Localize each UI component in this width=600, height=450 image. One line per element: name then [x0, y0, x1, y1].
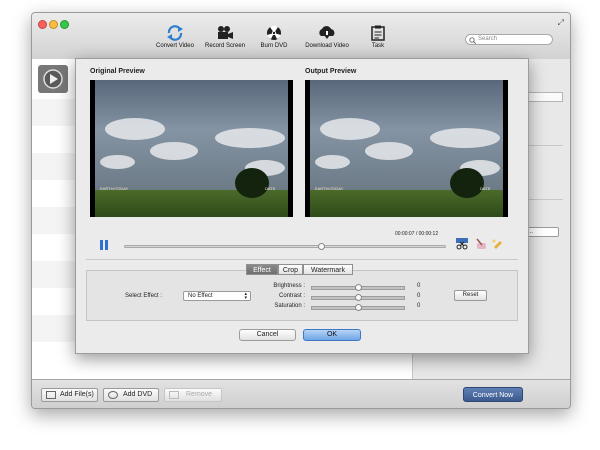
download-video-label: Download Video: [305, 43, 349, 49]
search-placeholder: Search: [478, 36, 498, 42]
clipboard-icon: [371, 25, 385, 41]
output-preview-video[interactable]: EARTH•TODAY DATE: [305, 80, 508, 217]
select-arrows-icon: ▴ ▾: [244, 291, 247, 301]
saturation-slider[interactable]: [311, 304, 405, 311]
task-tool[interactable]: Task: [348, 25, 408, 49]
edit-dialog: Original Preview Output Preview EARTH•TO…: [75, 58, 529, 354]
ok-button[interactable]: OK: [303, 329, 361, 341]
search-input[interactable]: Search: [465, 34, 553, 45]
timecode: 00:00:07 / 00:00:12: [395, 231, 439, 237]
original-preview-video[interactable]: EARTH•TODAY DATE: [90, 80, 293, 217]
convert-cycle-icon: [167, 25, 183, 41]
scissors-film-icon[interactable]: [456, 238, 468, 250]
add-dvd-label: Add DVD: [123, 391, 153, 398]
brightness-slider[interactable]: [311, 284, 405, 291]
contrast-value: 0: [417, 293, 421, 299]
remove-button[interactable]: Remove: [164, 388, 222, 402]
toolbar: ⤢ Convert Video Record Screen Burn DVD D…: [32, 13, 570, 60]
saturation-value: 0: [417, 303, 421, 309]
effect-panel: Select Effect : No Effect ▴ ▾ Brightness …: [86, 270, 518, 321]
video-thumbnail[interactable]: [38, 65, 68, 93]
convert-now-button[interactable]: Convert Now: [463, 387, 523, 402]
add-dvd-button[interactable]: Add DVD: [103, 388, 159, 402]
cancel-button[interactable]: Cancel: [239, 329, 296, 341]
pause-button[interactable]: [99, 240, 109, 250]
tab-crop[interactable]: Crop: [278, 264, 303, 275]
saturation-label: Saturation :: [274, 303, 305, 309]
magic-wand-icon[interactable]: [491, 238, 503, 250]
playback-slider[interactable]: [124, 243, 446, 250]
disc-add-icon: [108, 391, 118, 399]
output-preview-label: Output Preview: [305, 68, 357, 75]
video-overlay-right-text: DATE: [265, 186, 276, 191]
select-effect-label: Select Effect :: [125, 293, 162, 299]
saturation-knob[interactable]: [354, 304, 362, 311]
playback-knob[interactable]: [317, 243, 325, 250]
brightness-label: Brightness :: [273, 283, 305, 289]
tab-effect[interactable]: Effect: [246, 264, 278, 275]
remove-label: Remove: [186, 391, 213, 398]
brightness-knob[interactable]: [354, 284, 362, 291]
add-files-button[interactable]: Add File(s): [41, 388, 98, 402]
convert-video-label: Convert Video: [156, 43, 194, 49]
divider: [86, 259, 518, 260]
zoom-window-button[interactable]: [60, 20, 69, 29]
video-camera-icon: [218, 26, 233, 39]
video-overlay-left-text: EARTH•TODAY: [100, 186, 129, 191]
film-add-icon: [46, 391, 56, 399]
burn-dvd-label: Burn DVD: [260, 43, 288, 49]
brightness-value: 0: [417, 283, 421, 289]
radiation-disc-icon: [267, 25, 281, 40]
record-screen-label: Record Screen: [204, 43, 246, 49]
search-icon: [469, 36, 476, 44]
burn-dvd-tool[interactable]: Burn DVD: [244, 25, 304, 49]
video-overlay-left-text: EARTH•TODAY: [315, 186, 344, 191]
remove-list-icon: [169, 391, 179, 399]
add-files-label: Add File(s): [60, 391, 94, 398]
close-window-button[interactable]: [38, 20, 47, 29]
task-label: Task: [371, 43, 385, 49]
bottom-bar: Add File(s) Add DVD Remove Convert Now: [32, 379, 570, 408]
contrast-label: Contrast :: [278, 293, 305, 299]
effect-select[interactable]: No Effect ▴ ▾: [183, 291, 251, 301]
effect-select-value: No Effect: [188, 293, 213, 299]
play-icon: [43, 69, 63, 89]
window-controls: [38, 20, 71, 31]
tab-watermark[interactable]: Watermark: [303, 264, 353, 275]
original-preview-label: Original Preview: [90, 68, 145, 75]
contrast-slider[interactable]: [311, 294, 405, 301]
video-overlay-right-text: DATE: [480, 186, 491, 191]
effects-toggle-icon[interactable]: [475, 238, 487, 250]
cloud-download-icon: [319, 26, 335, 39]
reset-button[interactable]: Reset: [454, 290, 487, 301]
contrast-knob[interactable]: [354, 294, 362, 301]
minimize-window-button[interactable]: [49, 20, 58, 29]
fullscreen-icon[interactable]: ⤢: [558, 18, 564, 28]
